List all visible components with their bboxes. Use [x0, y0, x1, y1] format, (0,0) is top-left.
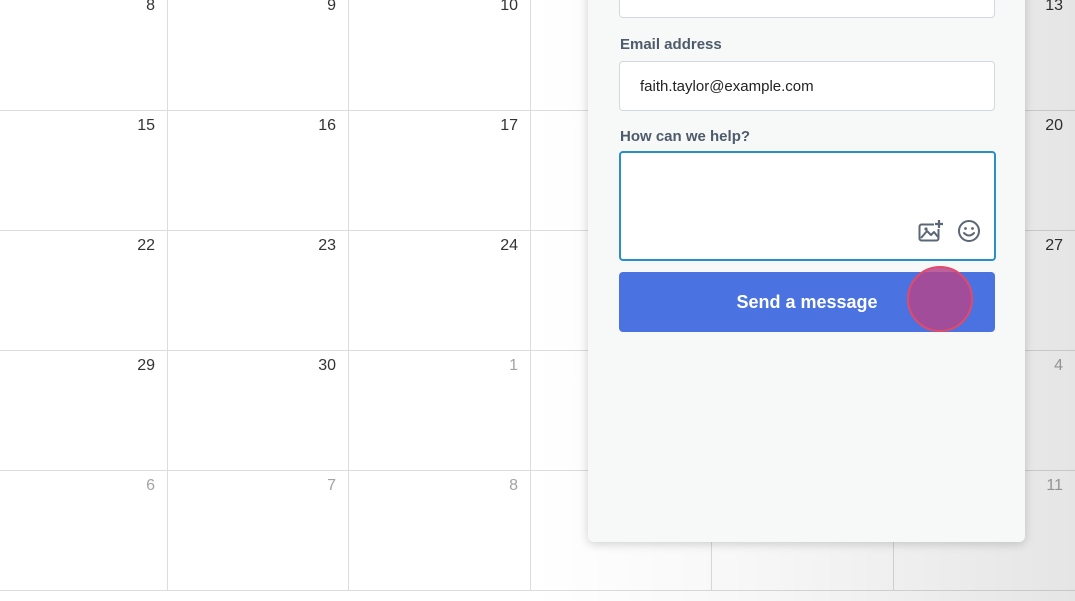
day-number: 20 — [1045, 117, 1063, 134]
image-plus-icon[interactable] — [917, 217, 945, 245]
calendar-day-cell[interactable]: 6 — [0, 471, 168, 591]
calendar-day-cell[interactable]: 8 — [349, 471, 531, 591]
day-number: 27 — [1045, 237, 1063, 254]
day-number: 11 — [1046, 477, 1063, 494]
day-number: 24 — [500, 237, 518, 254]
calendar-day-cell[interactable]: 15 — [0, 111, 168, 231]
emoji-icon[interactable] — [955, 217, 983, 245]
day-number: 13 — [1045, 0, 1063, 14]
day-number: 4 — [1054, 357, 1063, 374]
day-number: 7 — [327, 477, 336, 494]
calendar-day-cell[interactable]: 9 — [168, 0, 349, 111]
day-number: 1 — [509, 357, 518, 374]
name-field[interactable] — [619, 0, 995, 18]
calendar-day-cell[interactable]: 24 — [349, 231, 531, 351]
day-number: 10 — [500, 0, 518, 14]
calendar-day-cell[interactable]: 16 — [168, 111, 349, 231]
calendar-day-cell[interactable]: 17 — [349, 111, 531, 231]
day-number: 8 — [509, 477, 518, 494]
calendar-day-cell[interactable]: 10 — [349, 0, 531, 111]
calendar-day-cell[interactable]: 1 — [349, 351, 531, 471]
contact-form-panel: Email address faith.taylor@example.com H… — [588, 0, 1025, 542]
day-number: 8 — [146, 0, 155, 14]
email-field[interactable]: faith.taylor@example.com — [619, 61, 995, 111]
calendar-day-cell[interactable]: 23 — [168, 231, 349, 351]
message-textarea[interactable] — [619, 151, 996, 261]
send-message-button[interactable]: Send a message — [619, 272, 995, 332]
day-number: 22 — [137, 237, 155, 254]
calendar-day-cell[interactable]: 22 — [0, 231, 168, 351]
day-number: 30 — [318, 357, 336, 374]
day-number: 15 — [137, 117, 155, 134]
email-label: Email address — [620, 36, 722, 53]
day-number: 17 — [500, 117, 518, 134]
calendar-day-cell[interactable]: 29 — [0, 351, 168, 471]
calendar-day-cell[interactable]: 30 — [168, 351, 349, 471]
day-number: 29 — [137, 357, 155, 374]
day-number: 6 — [146, 477, 155, 494]
day-number: 23 — [318, 237, 336, 254]
calendar-day-cell[interactable]: 7 — [168, 471, 349, 591]
help-label: How can we help? — [620, 128, 751, 145]
calendar-day-cell[interactable]: 8 — [0, 0, 168, 111]
day-number: 16 — [318, 117, 336, 134]
day-number: 9 — [327, 0, 336, 14]
